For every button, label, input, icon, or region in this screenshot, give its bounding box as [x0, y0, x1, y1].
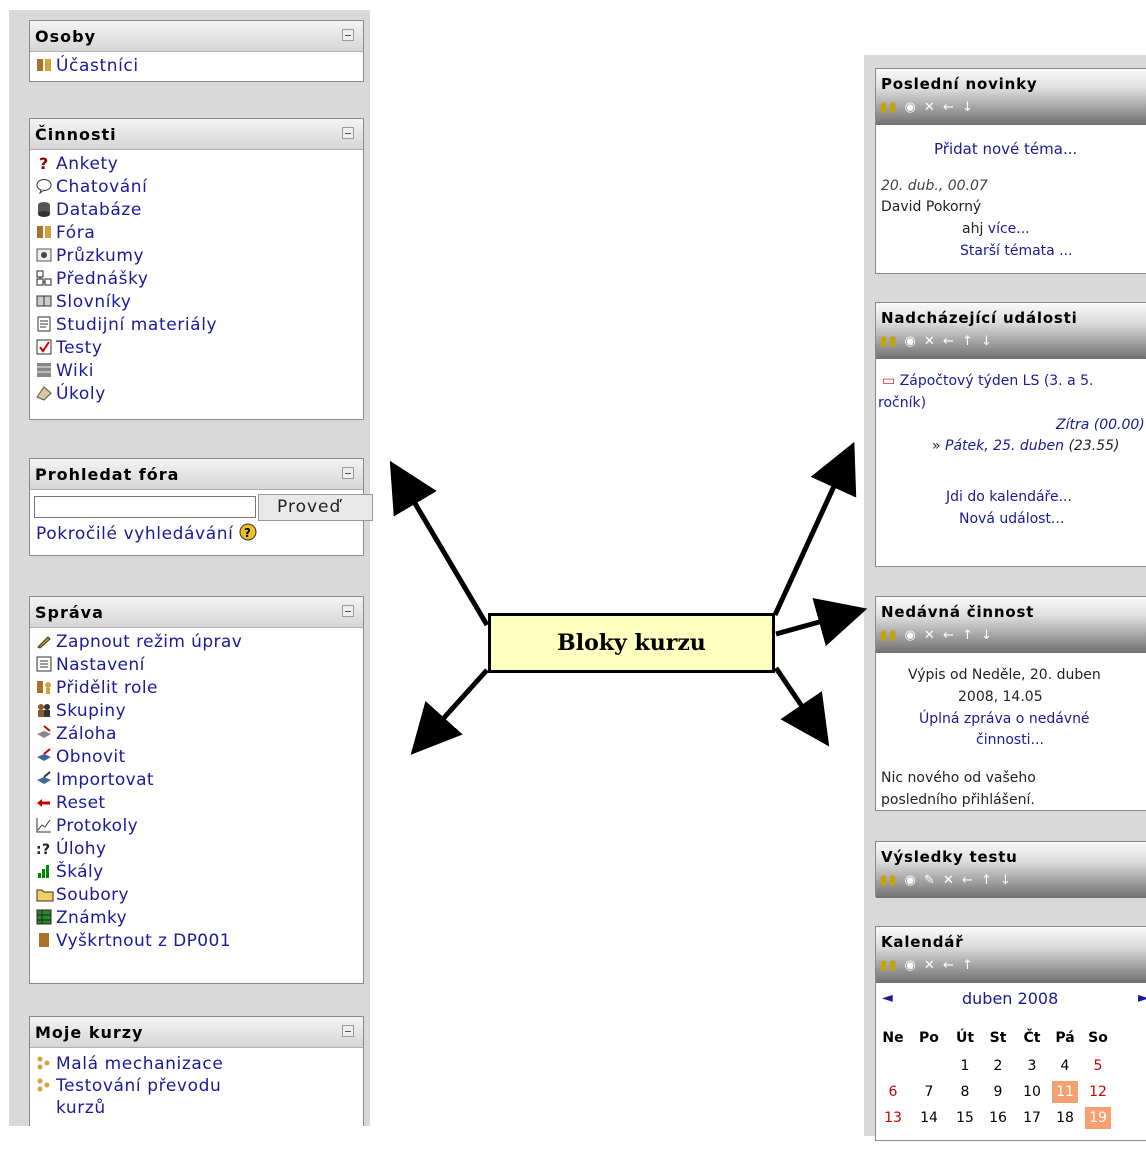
arrow-to-activity-block: [775, 597, 868, 647]
callout-arrows: [389, 441, 868, 755]
callout-label: Bloky kurzu: [488, 613, 775, 673]
arrow-to-search-block: [389, 460, 490, 627]
arrow-to-admin-block: [410, 668, 489, 755]
arrow-to-events-block: [772, 441, 857, 617]
arrow-to-quiz-block: [773, 666, 830, 747]
